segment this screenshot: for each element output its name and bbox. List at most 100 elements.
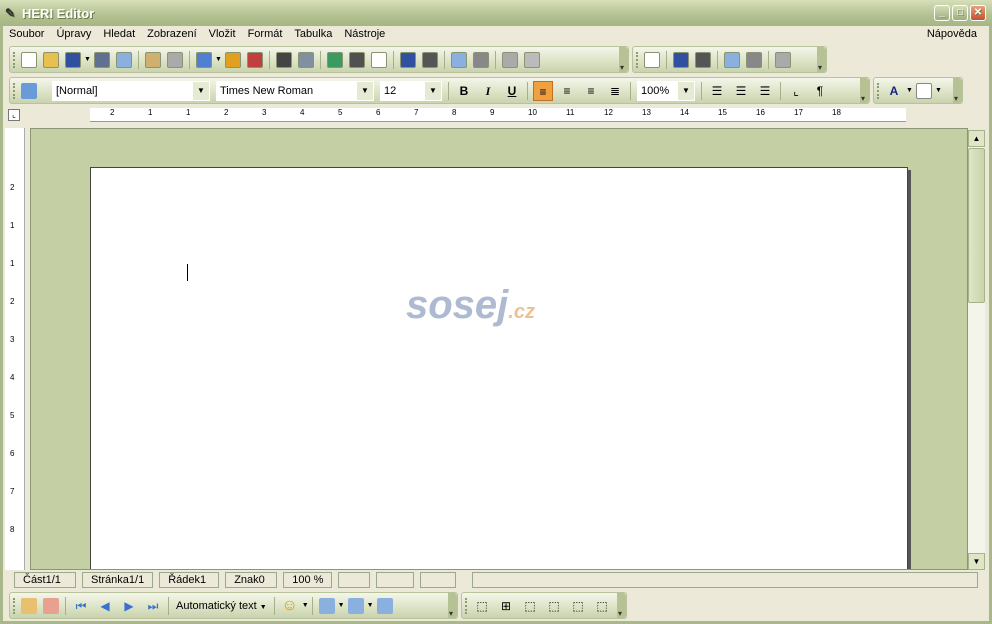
paste-icon[interactable] xyxy=(195,51,212,68)
insert-table-icon[interactable] xyxy=(644,51,660,68)
border-left-icon[interactable]: ⬚ xyxy=(544,596,564,616)
border-inside-icon[interactable]: ⊞ xyxy=(496,596,516,616)
border-right-icon[interactable]: ⬚ xyxy=(568,596,588,616)
menu-1[interactable]: Úpravy xyxy=(56,26,96,44)
underline-button[interactable]: U xyxy=(502,81,522,101)
font-color-icon[interactable]: A xyxy=(884,81,904,101)
save-icon[interactable] xyxy=(65,51,81,68)
replace-icon[interactable] xyxy=(421,51,438,68)
italic-button[interactable]: I xyxy=(478,81,498,101)
insert-row-icon[interactable] xyxy=(724,51,740,68)
print-icon[interactable] xyxy=(144,51,161,68)
tab-type-button[interactable]: ⌞ xyxy=(8,109,20,121)
align-left-button[interactable]: ≡ xyxy=(533,80,553,101)
merge-cells-icon[interactable] xyxy=(673,51,689,68)
bold-button[interactable]: B xyxy=(454,81,474,101)
border-top-icon[interactable]: ⬚ xyxy=(592,596,612,616)
style-select[interactable]: [Normal] ▼ xyxy=(52,80,210,101)
font-size-select[interactable]: 12 ▼ xyxy=(380,80,442,101)
maximize-button[interactable]: □ xyxy=(952,5,968,21)
menu-5[interactable]: Formát xyxy=(248,26,288,44)
zoom-select[interactable]: 100% ▼ xyxy=(637,80,695,101)
close-button[interactable]: ✕ xyxy=(970,5,986,21)
increase-indent-icon[interactable] xyxy=(523,51,540,68)
calendar-icon[interactable] xyxy=(348,51,365,68)
insert-column-icon[interactable] xyxy=(746,51,762,68)
toolbar-options-icon[interactable] xyxy=(860,78,869,103)
toolbar-options-icon[interactable] xyxy=(953,78,962,103)
align-center-button[interactable]: ≡ xyxy=(581,81,601,101)
border-none-icon[interactable]: ⬚ xyxy=(472,596,492,616)
border-bottom-icon[interactable]: ⬚ xyxy=(520,596,540,616)
numbered-list-icon[interactable]: ☰ xyxy=(707,81,727,101)
scroll-up-button[interactable]: ▲ xyxy=(968,130,985,147)
show-formatting-button[interactable]: ¶ xyxy=(810,81,830,101)
first-page-icon[interactable]: ⏮ xyxy=(71,596,91,616)
save-all-icon[interactable] xyxy=(93,51,110,68)
scroll-down-button[interactable]: ▼ xyxy=(968,553,985,570)
chevron-down-icon[interactable]: ▼ xyxy=(425,81,441,100)
next-page-icon[interactable]: ▶ xyxy=(119,596,139,616)
print-preview-icon[interactable] xyxy=(166,51,183,68)
vertical-scrollbar[interactable]: ▲ ▼ xyxy=(968,130,985,570)
menu-4[interactable]: Vložit xyxy=(209,26,241,44)
columns-icon[interactable] xyxy=(472,51,489,68)
chevron-down-icon[interactable]: ▼ xyxy=(338,602,345,609)
chevron-down-icon[interactable]: ▼ xyxy=(678,81,694,100)
autotext-button[interactable]: Automatický text ▼ xyxy=(172,600,271,612)
chevron-down-icon[interactable]: ▼ xyxy=(906,87,913,94)
hyperlink-icon[interactable] xyxy=(450,51,467,68)
find-icon[interactable] xyxy=(399,51,416,68)
smiley-icon[interactable]: ☺ xyxy=(280,596,300,616)
redo-icon[interactable] xyxy=(297,51,314,68)
vertical-ruler[interactable]: 2 1 1 2 3 4 5 6 7 8 xyxy=(5,128,25,570)
align-right-button[interactable]: ≡ xyxy=(557,81,577,101)
styles-icon[interactable] xyxy=(21,82,37,99)
copy-icon[interactable] xyxy=(224,51,241,68)
minimize-button[interactable]: _ xyxy=(934,5,950,21)
menu-6[interactable]: Tabulka xyxy=(294,26,337,44)
undo-icon[interactable] xyxy=(275,51,292,68)
toolbar-options-icon[interactable] xyxy=(617,593,626,618)
open-folder-icon[interactable] xyxy=(43,51,59,68)
chevron-down-icon[interactable]: ▼ xyxy=(302,602,309,609)
footer-icon[interactable] xyxy=(347,597,364,614)
bullet-list-icon[interactable]: ☰ xyxy=(731,81,751,101)
dropdown-arrow-icon[interactable]: ▼ xyxy=(84,56,91,63)
horizontal-ruler[interactable]: 2 1 1 2 3 4 5 6 7 8 9 10 11 12 13 14 15 16 17 18 xyxy=(90,108,906,122)
menu-3[interactable]: Zobrazení xyxy=(147,26,202,44)
chevron-down-icon[interactable]: ▼ xyxy=(367,602,374,609)
chevron-down-icon[interactable]: ▼ xyxy=(357,81,373,100)
date-time-icon[interactable] xyxy=(370,51,387,68)
toolbar-options-icon[interactable] xyxy=(619,47,628,72)
previous-page-icon[interactable]: ◀ xyxy=(95,596,115,616)
zoom-out-icon[interactable] xyxy=(43,597,59,614)
font-select[interactable]: Times New Roman ▼ xyxy=(216,80,374,101)
scroll-thumb[interactable] xyxy=(968,148,985,303)
document-page[interactable]: sosej.cz xyxy=(90,167,908,569)
dropdown-arrow-icon[interactable]: ▼ xyxy=(215,56,222,63)
highlight-color-icon[interactable] xyxy=(915,82,932,99)
chevron-down-icon[interactable]: ▼ xyxy=(193,81,209,100)
decrease-indent-icon[interactable] xyxy=(501,51,518,68)
justify-button[interactable]: ≣ xyxy=(605,81,625,101)
table-properties-icon[interactable] xyxy=(775,51,791,68)
last-page-icon[interactable]: ⏭ xyxy=(143,596,163,616)
tab-stop-icon[interactable]: ⌞ xyxy=(786,81,806,101)
menu-0[interactable]: Soubor xyxy=(9,26,49,44)
alarm-clock-icon[interactable] xyxy=(326,51,343,68)
header-icon[interactable] xyxy=(318,597,335,614)
multilevel-list-icon[interactable]: ☰ xyxy=(755,81,775,101)
menu-napoveda[interactable]: Nápověda xyxy=(927,26,982,40)
new-document-icon[interactable] xyxy=(21,51,37,68)
chevron-down-icon[interactable]: ▼ xyxy=(935,87,942,94)
header-footer-icon[interactable] xyxy=(376,597,393,614)
menu-7[interactable]: Nástroje xyxy=(344,26,390,44)
cut-icon[interactable] xyxy=(246,51,263,68)
split-cells-icon[interactable] xyxy=(695,51,711,68)
toolbar-options-icon[interactable] xyxy=(817,47,826,72)
toolbar-options-icon[interactable] xyxy=(448,593,457,618)
menu-2[interactable]: Hledat xyxy=(103,26,140,44)
zoom-in-icon[interactable] xyxy=(21,597,37,614)
email-icon[interactable] xyxy=(115,51,132,68)
